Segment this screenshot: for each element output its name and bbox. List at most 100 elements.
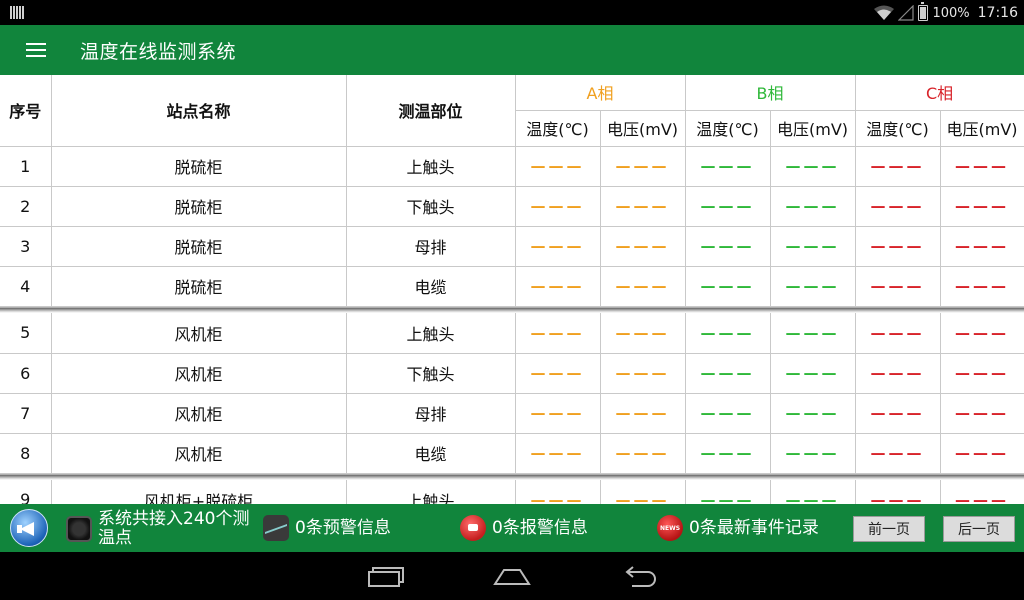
cell-c-voltage: ——— xyxy=(940,186,1024,227)
cell-a-temp: ——— xyxy=(515,186,601,227)
cell-index: 2 xyxy=(0,186,52,227)
alarms-item[interactable]: 0条报警信息 xyxy=(460,515,588,541)
events-text: 0条最新事件记录 xyxy=(689,517,819,538)
prev-page-button[interactable]: 前一页 xyxy=(853,516,925,542)
header-c-voltage: 电压(mV) xyxy=(940,110,1024,147)
cell-station: 脱硫柜 xyxy=(51,146,347,187)
cell-location: 下触头 xyxy=(346,353,516,394)
menu-button[interactable] xyxy=(0,25,72,75)
cell-index: 4 xyxy=(0,266,52,307)
table-row[interactable]: 4 脱硫柜 电缆 ——— ——— ——— ——— ——— ——— xyxy=(0,266,1024,307)
cell-a-voltage: ——— xyxy=(600,433,686,474)
cell-a-temp: ——— xyxy=(515,313,601,354)
warnings-item[interactable]: 0条预警信息 xyxy=(263,515,391,541)
cell-a-voltage: ——— xyxy=(600,393,686,434)
cell-a-voltage: ——— xyxy=(600,313,686,354)
table-row[interactable]: 8 风机柜 电缆 ——— ——— ——— ——— ——— ——— xyxy=(0,433,1024,474)
cell-c-temp: ——— xyxy=(855,433,941,474)
cell-b-temp: ——— xyxy=(685,480,771,504)
cell-b-temp: ——— xyxy=(685,266,771,307)
cell-station: 脱硫柜 xyxy=(51,226,347,267)
recent-apps-icon[interactable] xyxy=(366,562,406,590)
chip-icon xyxy=(66,516,92,542)
cell-index: 7 xyxy=(0,393,52,434)
header-location: 测温部位 xyxy=(346,75,516,147)
cell-index: 6 xyxy=(0,353,52,394)
table-row[interactable]: 7 风机柜 母排 ——— ——— ——— ——— ——— ——— xyxy=(0,393,1024,434)
cell-station: 脱硫柜 xyxy=(51,266,347,307)
cell-b-voltage: ——— xyxy=(770,266,856,307)
cell-index: 8 xyxy=(0,433,52,474)
back-icon[interactable] xyxy=(620,562,660,590)
next-page-button[interactable]: 后一页 xyxy=(943,516,1015,542)
system-nav-bar xyxy=(0,552,1024,600)
signal-icon xyxy=(898,5,915,21)
cell-location: 上触头 xyxy=(346,146,516,187)
cell-c-temp: ——— xyxy=(855,480,941,504)
header-phase-a: A相 xyxy=(515,75,686,111)
group-separator-cell xyxy=(0,473,1024,480)
app-bar: 温度在线监测系统 xyxy=(0,25,1024,75)
home-icon[interactable] xyxy=(492,562,532,590)
page-title: 温度在线监测系统 xyxy=(80,40,237,63)
table-row[interactable]: 1 脱硫柜 上触头 ——— ——— ——— ——— ——— ——— xyxy=(0,146,1024,187)
cell-c-temp: ——— xyxy=(855,226,941,267)
cell-c-voltage: ——— xyxy=(940,313,1024,354)
cell-c-temp: ——— xyxy=(855,186,941,227)
header-b-voltage: 电压(mV) xyxy=(770,110,856,147)
table-row[interactable]: 3 脱硫柜 母排 ——— ——— ——— ——— ——— ——— xyxy=(0,226,1024,267)
header-index: 序号 xyxy=(0,75,52,147)
cell-station: 风机柜+脱硫柜 xyxy=(51,480,347,504)
events-item[interactable]: NEWS 0条最新事件记录 xyxy=(657,515,819,541)
cell-b-temp: ——— xyxy=(685,186,771,227)
status-bar: 100% 17:16 xyxy=(0,0,1024,25)
cell-b-temp: ——— xyxy=(685,393,771,434)
news-icon: NEWS xyxy=(657,515,683,541)
cell-index: 1 xyxy=(0,146,52,187)
header-phase-c: C相 xyxy=(855,75,1024,111)
table-row[interactable]: 5 风机柜 上触头 ——— ——— ——— ——— ——— ——— xyxy=(0,313,1024,354)
cell-b-temp: ——— xyxy=(685,226,771,267)
cell-station: 风机柜 xyxy=(51,433,347,474)
wifi-icon xyxy=(874,5,895,20)
monitor-table-container[interactable]: 序号 站点名称 测温部位 A相 B相 C相 温度(℃) 电压(mV) 温度(℃)… xyxy=(0,75,1024,504)
table-row[interactable]: 6 风机柜 下触头 ——— ——— ——— ——— ——— ——— xyxy=(0,353,1024,394)
cell-b-voltage: ——— xyxy=(770,226,856,267)
cell-location: 电缆 xyxy=(346,266,516,307)
total-points-text: 系统共接入240个测温点 xyxy=(98,509,250,548)
group-separator xyxy=(0,306,1024,313)
table-row[interactable]: 2 脱硫柜 下触头 ——— ——— ——— ——— ——— ——— xyxy=(0,186,1024,227)
cell-a-temp: ——— xyxy=(515,226,601,267)
cell-a-temp: ——— xyxy=(515,146,601,187)
cell-location: 上触头 xyxy=(346,313,516,354)
cell-a-voltage: ——— xyxy=(600,226,686,267)
cell-c-temp: ——— xyxy=(855,353,941,394)
cell-a-voltage: ——— xyxy=(600,480,686,504)
cell-b-voltage: ——— xyxy=(770,353,856,394)
cell-location: 母排 xyxy=(346,393,516,434)
speaker-icon[interactable] xyxy=(10,509,48,547)
cell-b-temp: ——— xyxy=(685,433,771,474)
cell-a-temp: ——— xyxy=(515,266,601,307)
header-a-voltage: 电压(mV) xyxy=(600,110,686,147)
cell-a-temp: ——— xyxy=(515,480,601,504)
cell-location: 上触头 xyxy=(346,480,516,504)
cell-a-temp: ——— xyxy=(515,353,601,394)
battery-level: 100% xyxy=(932,5,970,21)
cell-a-voltage: ——— xyxy=(600,266,686,307)
cell-index: 3 xyxy=(0,226,52,267)
table-row[interactable]: 9 风机柜+脱硫柜 上触头 ——— ——— ——— ——— ——— ——— xyxy=(0,480,1024,504)
cell-a-temp: ——— xyxy=(515,433,601,474)
cell-c-temp: ——— xyxy=(855,393,941,434)
group-separator-cell xyxy=(0,306,1024,313)
cell-b-voltage: ——— xyxy=(770,393,856,434)
cell-c-voltage: ——— xyxy=(940,480,1024,504)
header-station: 站点名称 xyxy=(51,75,347,147)
cell-b-voltage: ——— xyxy=(770,186,856,227)
cell-index: 5 xyxy=(0,313,52,354)
cell-c-voltage: ——— xyxy=(940,433,1024,474)
cell-c-voltage: ——— xyxy=(940,353,1024,394)
cell-location: 母排 xyxy=(346,226,516,267)
cell-c-temp: ——— xyxy=(855,313,941,354)
warnings-text: 0条预警信息 xyxy=(295,517,391,538)
